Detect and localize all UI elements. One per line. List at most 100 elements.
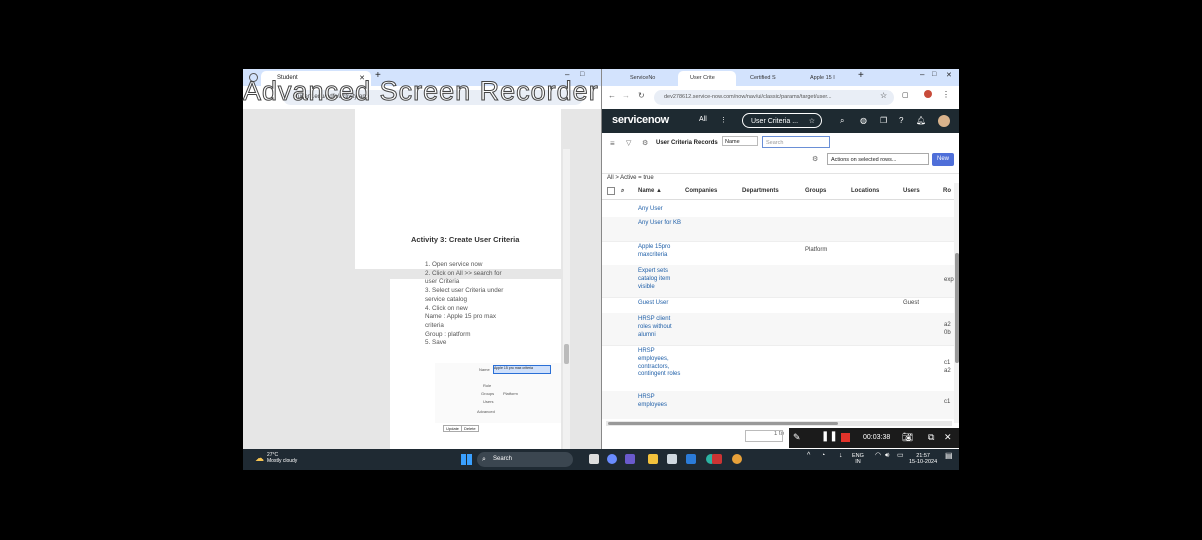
tab-label: ServiceNo <box>630 75 656 81</box>
scrollbar-thumb[interactable] <box>955 253 959 363</box>
col-locations[interactable]: Locations <box>851 188 879 194</box>
col-groups[interactable]: Groups <box>805 188 826 194</box>
col-departments[interactable]: Departments <box>742 188 779 194</box>
notifications-icon[interactable]: ▤ <box>945 452 953 460</box>
record-list: Any User Any User for KB Apple 15pro max… <box>602 199 954 419</box>
recording-timer: 00:03:38 <box>863 434 891 441</box>
tray-chevron-icon[interactable]: ^ <box>807 452 810 459</box>
search-input[interactable]: Search <box>762 136 830 148</box>
maximize-icon[interactable]: □ <box>932 71 936 78</box>
minimize-recorder-icon[interactable]: ⧉ <box>928 432 934 443</box>
ro-cell: c1 <box>944 399 951 405</box>
file-explorer-icon[interactable] <box>648 454 658 464</box>
battery-icon[interactable]: ▭ <box>897 452 904 459</box>
recorder-app-icon[interactable] <box>712 454 722 464</box>
weather-widget[interactable]: 27°C Mostly cloudy <box>267 452 297 464</box>
close-recorder-icon[interactable]: ✕ <box>944 432 952 443</box>
tab-apple[interactable]: Apple 15 I <box>798 71 854 86</box>
notification-icon[interactable]: 🔔︎ <box>916 116 926 125</box>
actions-select[interactable]: Actions on selected rows... <box>827 153 929 165</box>
search-icon[interactable]: ⌕ <box>840 116 844 126</box>
help-icon[interactable]: ? <box>899 116 903 125</box>
record-name-link[interactable]: Any User for KB <box>638 220 682 228</box>
scrollbar-thumb[interactable] <box>608 422 838 425</box>
record-name-link[interactable]: HRSP employees, contractors, contingent … <box>638 348 682 379</box>
col-companies[interactable]: Companies <box>685 188 717 194</box>
record-name-link[interactable]: Expert sets catalog item visible <box>638 268 682 291</box>
profile-icon[interactable] <box>924 90 932 98</box>
clock[interactable]: 21:57 15-10-2024 <box>909 453 937 465</box>
more-icon[interactable]: ⋮ <box>720 116 727 124</box>
filter-field-select[interactable]: Name <box>722 136 758 146</box>
tab-servicenow[interactable]: ServiceNo <box>618 71 676 86</box>
task-view-icon[interactable] <box>589 454 599 464</box>
volume-icon[interactable]: 🔊︎ <box>885 452 889 459</box>
right-address-bar: ← → ↻ dev278612.service-now.com/now/nav/… <box>602 86 959 109</box>
calendar-icon[interactable] <box>667 454 677 464</box>
star-icon[interactable]: ☆ <box>880 91 887 100</box>
pdf-page-upper <box>355 109 561 269</box>
camera-icon[interactable]: 📷︎ <box>902 432 913 443</box>
pause-icon[interactable]: ❚❚ <box>821 431 838 442</box>
page-input[interactable] <box>745 430 783 442</box>
vertical-scrollbar[interactable] <box>954 183 959 423</box>
pen-icon[interactable]: ✎ <box>793 432 801 443</box>
servicenow-logo[interactable]: servicenow <box>612 114 669 126</box>
record-name-link[interactable]: Apple 15pro maxcriteria <box>638 244 682 260</box>
favorite-star-icon[interactable]: ☆ <box>809 114 815 129</box>
users-cell: Guest <box>903 300 920 306</box>
record-name-link[interactable]: HRSP employees <box>638 394 682 410</box>
start-icon[interactable] <box>461 454 472 465</box>
form-delete-button[interactable]: Delete <box>461 425 479 432</box>
network-icon[interactable]: ◠ <box>875 452 881 459</box>
col-name[interactable]: Name ▲ <box>638 188 662 194</box>
tab-label: Certified S <box>750 75 776 81</box>
globe-icon[interactable]: ◍ <box>860 116 867 125</box>
tray-apps-icon[interactable]: ◔ <box>821 452 825 459</box>
context-pill[interactable]: User Criteria ... ☆ <box>742 113 822 128</box>
store-icon[interactable] <box>686 454 696 464</box>
horizontal-scrollbar[interactable] <box>606 421 952 426</box>
column-search-icon[interactable]: ⌕ <box>621 188 624 195</box>
stop-icon[interactable] <box>841 433 850 442</box>
avatar[interactable] <box>938 115 950 127</box>
record-name-link[interactable]: HRSP client roles without alumni <box>638 316 682 339</box>
close-icon[interactable]: ✕ <box>946 71 952 79</box>
col-ro[interactable]: Ro <box>943 188 951 194</box>
hamburger-icon[interactable]: ≡ <box>610 139 615 148</box>
tray-download-icon[interactable]: ↓ <box>839 452 843 459</box>
copilot-icon[interactable] <box>607 454 617 464</box>
col-users[interactable]: Users <box>903 188 920 194</box>
select-all-checkbox[interactable] <box>607 187 615 195</box>
new-tab-icon[interactable]: + <box>858 70 864 81</box>
back-icon[interactable]: ← <box>608 91 616 100</box>
language-indicator[interactable]: ENG IN <box>852 453 864 465</box>
minimize-icon[interactable]: – <box>920 70 924 79</box>
all-menu[interactable]: All <box>699 116 707 123</box>
forward-icon[interactable]: → <box>622 91 630 100</box>
pdf-scrollbar[interactable] <box>563 149 570 470</box>
teams-icon[interactable] <box>625 454 635 464</box>
scrollbar-thumb[interactable] <box>564 344 569 364</box>
reload-icon[interactable]: ↻ <box>638 91 645 100</box>
record-name-link[interactable]: Any User <box>638 206 682 214</box>
gear-icon[interactable]: ⚙ <box>812 155 818 163</box>
weather-icon[interactable]: ☁ <box>255 453 264 464</box>
tab-user-criteria[interactable]: User Crite <box>678 71 736 86</box>
settings-icon[interactable]: ⚙ <box>642 139 648 147</box>
step-line: Group : platform <box>425 330 471 338</box>
extensions-icon[interactable]: ▢ <box>902 91 909 99</box>
menu-icon[interactable]: ⋮ <box>942 90 950 99</box>
chrome-icon[interactable] <box>732 454 742 464</box>
url-field[interactable]: dev278612.service-now.com/now/nav/ui/cla… <box>654 90 894 105</box>
record-name-link[interactable]: Guest User <box>638 300 682 308</box>
step-line: 5. Save <box>425 339 447 347</box>
tab-certified[interactable]: Certified S <box>738 71 796 86</box>
list-title: User Criteria Records <box>656 140 718 146</box>
form-update-button[interactable]: Update <box>443 425 462 432</box>
breadcrumb[interactable]: All > Active = true <box>607 175 654 181</box>
taskbar-search[interactable]: ⌕ Search <box>477 452 573 467</box>
new-button[interactable]: New <box>932 153 954 166</box>
filter-icon[interactable]: ▽ <box>626 139 631 147</box>
chat-icon[interactable]: ❐ <box>880 116 887 125</box>
